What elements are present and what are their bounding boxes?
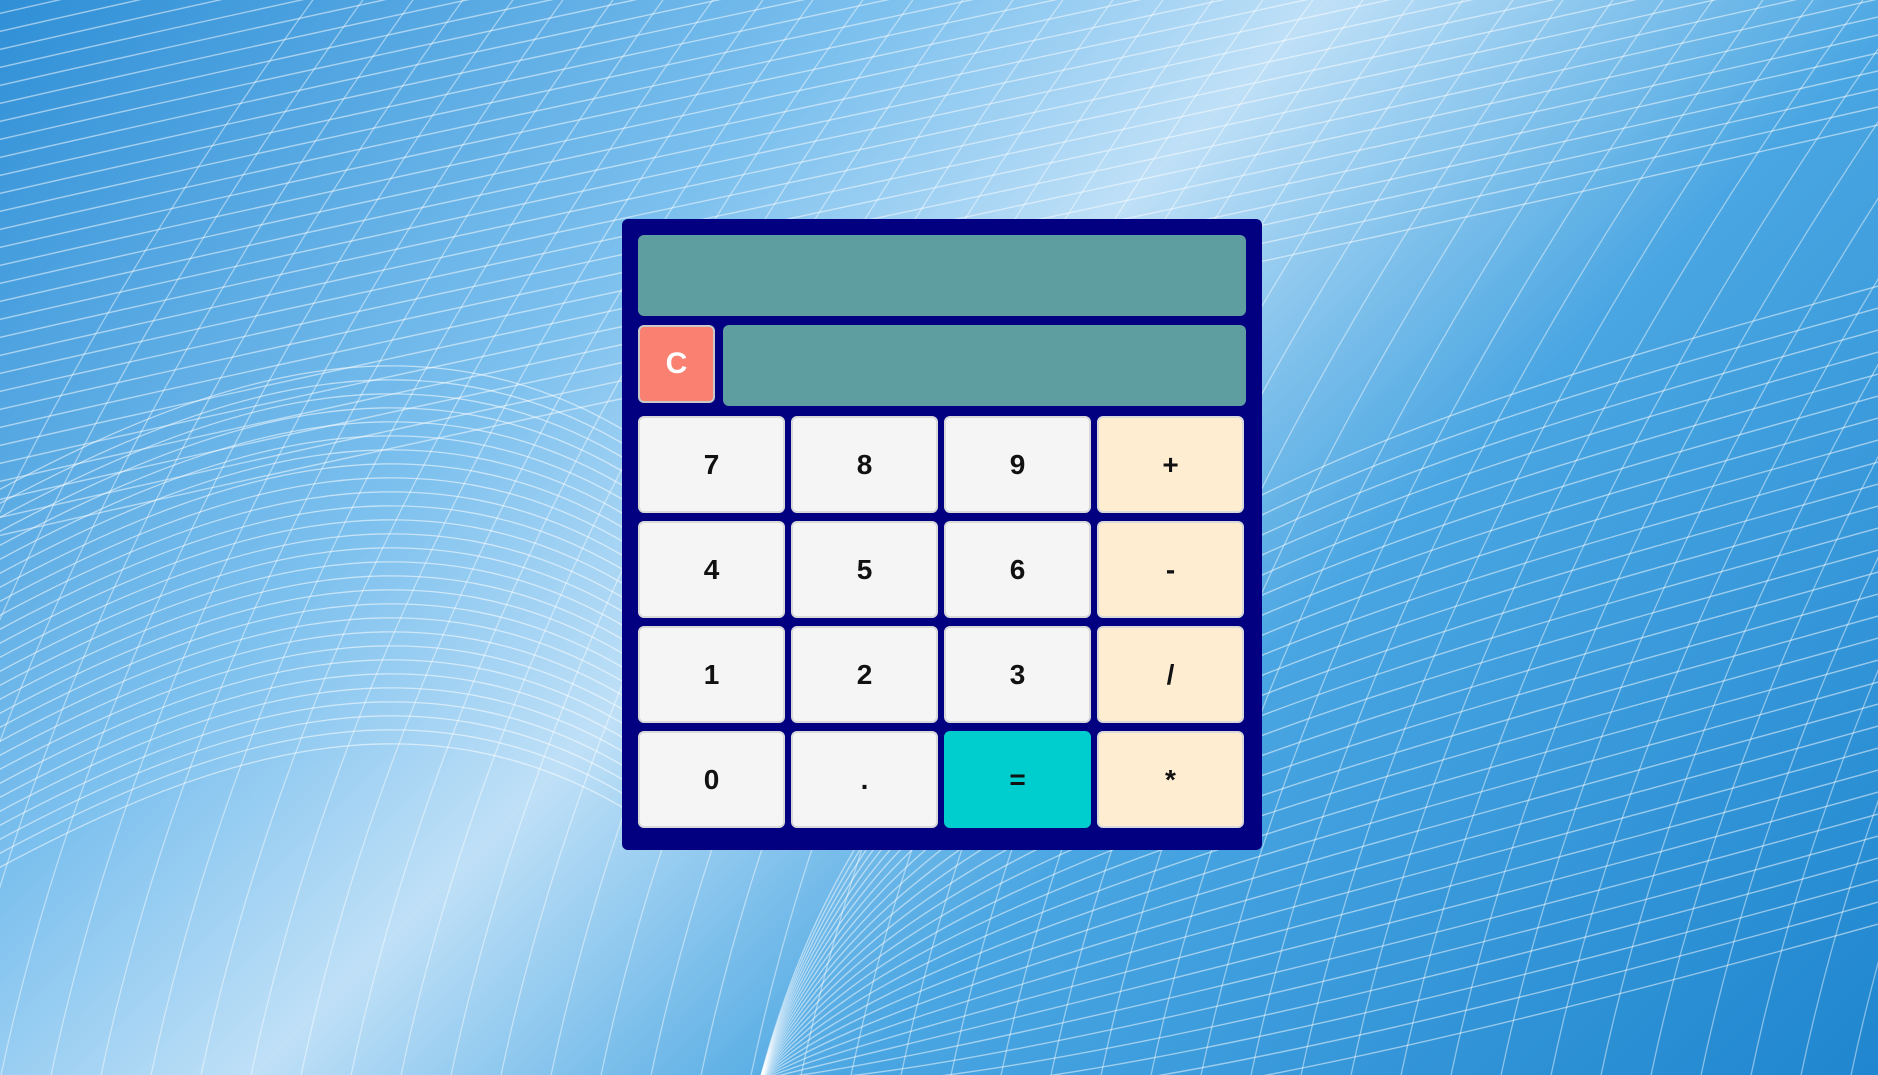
key-5[interactable]: 5: [791, 521, 938, 618]
key-0[interactable]: 0: [638, 731, 785, 828]
key-multiply[interactable]: *: [1097, 731, 1244, 828]
key-4[interactable]: 4: [638, 521, 785, 618]
expression-display: [638, 235, 1246, 316]
key-equals[interactable]: =: [944, 731, 1091, 828]
key-7[interactable]: 7: [638, 416, 785, 513]
key-6[interactable]: 6: [944, 521, 1091, 618]
clear-button[interactable]: C: [638, 325, 715, 403]
calculator: C 7 8 9 + 4 5 6 - 1 2 3 / 0 . = *: [622, 219, 1262, 850]
key-plus[interactable]: +: [1097, 416, 1244, 513]
key-1[interactable]: 1: [638, 626, 785, 723]
key-9[interactable]: 9: [944, 416, 1091, 513]
key-2[interactable]: 2: [791, 626, 938, 723]
result-display: [723, 325, 1246, 406]
key-decimal[interactable]: .: [791, 731, 938, 828]
key-8[interactable]: 8: [791, 416, 938, 513]
key-divide[interactable]: /: [1097, 626, 1244, 723]
key-minus[interactable]: -: [1097, 521, 1244, 618]
key-3[interactable]: 3: [944, 626, 1091, 723]
